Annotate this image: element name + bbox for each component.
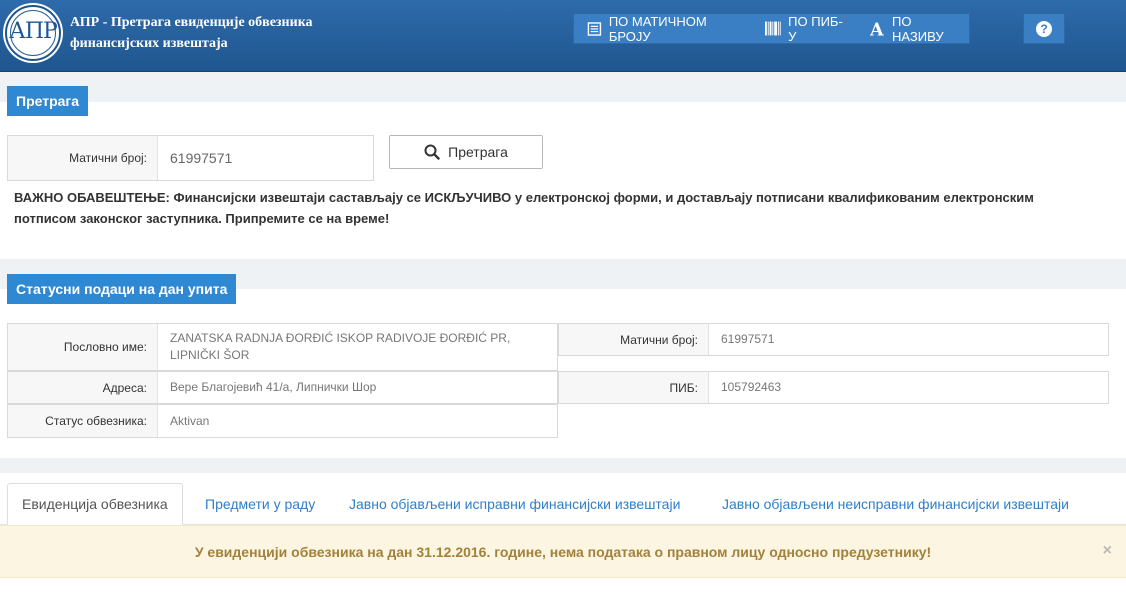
address-value: Вере Благојевић 41/а, Липнички Шор [170, 380, 377, 394]
nav-by-registration-number[interactable]: ПО МАТИЧНОМ БРОЈУ [574, 13, 749, 44]
tab-registry[interactable]: Евиденција обвезника [7, 483, 183, 525]
search-button-label: Претрага [448, 144, 508, 160]
nav-label: ПО МАТИЧНОМ БРОЈУ [608, 13, 707, 44]
app-title: АПР - Претрага евиденције обвезника фина… [70, 15, 313, 51]
warning-alert: У евиденцији обвезника на дан 31.12.2016… [0, 525, 1126, 578]
registration-number-input[interactable] [170, 150, 373, 166]
reg-number-value: 61997571 [721, 332, 775, 346]
close-icon[interactable]: × [1103, 542, 1112, 560]
alert-message: У евиденцији обвезника на дан 31.12.2016… [194, 543, 932, 560]
tab-valid-reports[interactable]: Јавно објављени исправни финансијски изв… [349, 483, 680, 525]
document-list-icon [587, 21, 602, 36]
status-row: Статус обвезника: Aktivan [7, 404, 558, 438]
reg-number-row: Матични број: 61997571 [558, 323, 1109, 356]
tabs-section-band [0, 458, 1126, 473]
search-section-band [0, 72, 1126, 102]
letter-a-icon: A [870, 20, 884, 38]
app-header: АПР АПР - Претрага евиденције обвезника … [0, 0, 1126, 72]
tab-invalid-reports[interactable]: Јавно објављени неисправни финансијски и… [722, 483, 1069, 525]
help-button[interactable]: ? [1023, 13, 1065, 44]
nav-label: ПО ПИБ-У [788, 13, 843, 44]
pib-value: 105792463 [721, 380, 782, 394]
tab-bar: Евиденција обвезника Предмети у раду Јав… [0, 483, 1126, 525]
barcode-icon [765, 21, 782, 36]
search-mode-nav: ПО МАТИЧНОМ БРОЈУ ПО ПИБ-У A ПО НАЗИВУ [573, 13, 970, 44]
search-section-title: Претрага [7, 86, 89, 116]
search-button[interactable]: Претрага [389, 135, 543, 169]
nav-by-pib[interactable]: ПО ПИБ-У [757, 13, 854, 44]
status-value: Aktivan [170, 413, 210, 428]
nav-label: ПО НАЗИВУ [892, 13, 944, 44]
field-value-wrap [158, 136, 373, 180]
status-label: Статус обвезника: [8, 405, 158, 437]
logo-text: АПР [9, 19, 58, 44]
business-name-label: Пословно име: [8, 324, 158, 370]
status-section-title: Статусни подаци на дан упита [7, 274, 237, 304]
important-notice: ВАЖНО ОБАВЕШТЕЊЕ: Финансијски извештаји … [14, 190, 1034, 226]
field-label: Матични број: [8, 136, 158, 180]
address-row: Адреса: Вере Благојевић 41/а, Липнички Ш… [7, 371, 558, 404]
business-name-row: Пословно име: ZANATSKA RADNJA ĐORĐIĆ ISK… [7, 323, 558, 371]
apr-logo[interactable]: АПР [5, 5, 61, 61]
nav-by-name[interactable]: A ПО НАЗИВУ [862, 13, 969, 44]
reg-number-label: Матични број: [559, 324, 709, 355]
pib-label: ПИБ: [559, 372, 709, 403]
pib-row: ПИБ: 105792463 [558, 371, 1109, 404]
search-icon [424, 144, 440, 160]
tab-cases-in-progress[interactable]: Предмети у раду [205, 483, 315, 525]
help-icon: ? [1036, 20, 1052, 37]
registration-number-field: Матични број: [7, 135, 374, 181]
address-label: Адреса: [8, 372, 158, 403]
svg-text:A: A [870, 20, 884, 38]
business-name-value: ZANATSKA RADNJA ĐORĐIĆ ISKOP RADIVOJE ĐO… [170, 331, 511, 362]
